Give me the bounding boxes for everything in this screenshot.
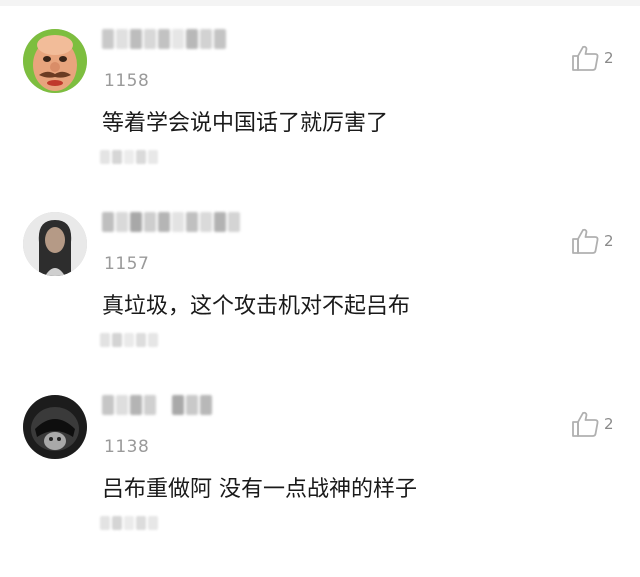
comment-meta-blurred	[100, 150, 158, 166]
comment-text: 真垃圾，这个攻击机对不起吕布	[102, 294, 411, 319]
comment-number: 1157	[104, 254, 150, 274]
blurred-person-icon	[23, 212, 87, 276]
thumbs-up-icon	[572, 411, 599, 437]
top-divider	[0, 0, 640, 6]
thumbs-up-icon	[572, 228, 599, 254]
comment-item: 1157 真垃圾，这个攻击机对不起吕布 2	[0, 212, 640, 394]
comment-meta-blurred	[100, 516, 158, 532]
comment-text: 等着学会说中国话了就厉害了	[102, 111, 389, 136]
comment-item: 1138 吕布重做阿 没有一点战神的样子 2	[0, 395, 640, 577]
user-avatar[interactable]	[23, 212, 87, 276]
user-avatar[interactable]	[23, 29, 87, 93]
username-blurred[interactable]	[102, 29, 226, 49]
comment-item: 1158 等着学会说中国话了就厉害了 2	[0, 29, 640, 211]
like-button[interactable]: 2	[570, 43, 614, 73]
comment-text: 吕布重做阿 没有一点战神的样子	[102, 477, 417, 502]
thumbs-up-icon	[572, 45, 599, 71]
cartoon-character-icon	[23, 29, 87, 93]
like-count: 2	[604, 49, 614, 67]
like-count: 2	[604, 232, 614, 250]
user-avatar[interactable]	[23, 395, 87, 459]
username-blurred[interactable]	[102, 395, 212, 415]
like-count: 2	[604, 415, 614, 433]
comment-meta-blurred	[100, 333, 158, 349]
comment-number: 1138	[104, 437, 150, 457]
like-button[interactable]: 2	[570, 409, 614, 439]
comment-number: 1158	[104, 71, 150, 91]
like-button[interactable]: 2	[570, 226, 614, 256]
helmet-icon	[23, 395, 87, 459]
username-blurred[interactable]	[102, 212, 240, 232]
